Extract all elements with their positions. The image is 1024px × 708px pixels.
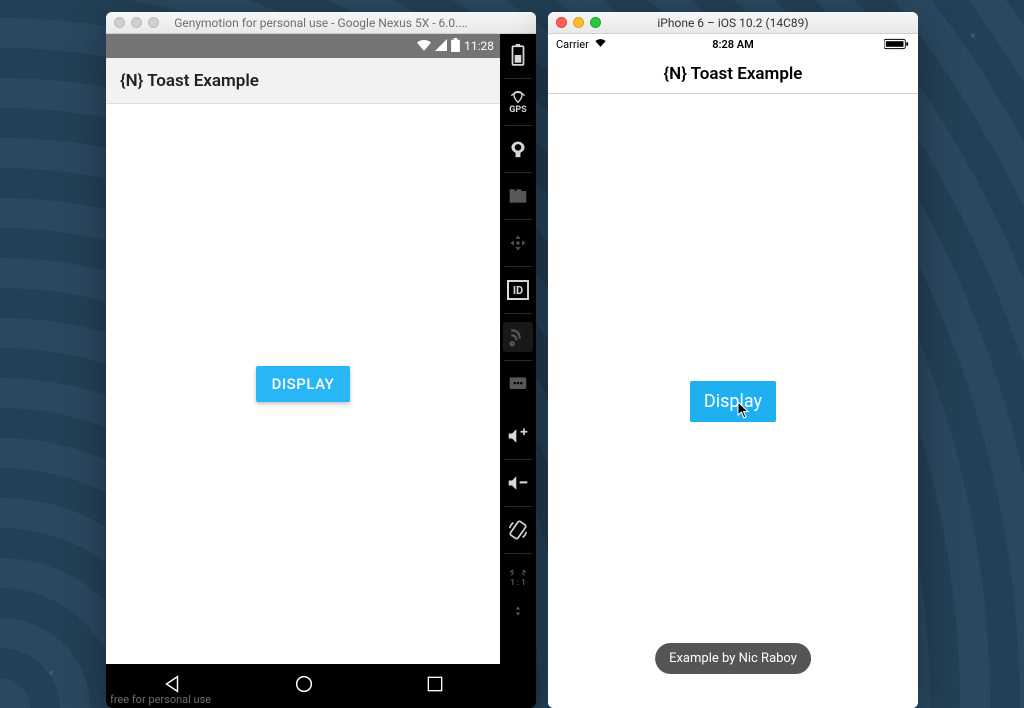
identifier-tool-icon[interactable]: ID bbox=[503, 275, 533, 305]
ios-content: Display Example by Nic Raboy bbox=[548, 94, 918, 708]
genymotion-toolbar: GPS ID bbox=[500, 34, 536, 708]
battery-icon bbox=[451, 38, 460, 55]
dpad-tool-icon[interactable] bbox=[503, 228, 533, 258]
zoom-dot[interactable] bbox=[148, 17, 159, 28]
genymotion-window-title: Genymotion for personal use - Google Nex… bbox=[106, 16, 536, 30]
android-status-bar: 11:28 bbox=[106, 34, 500, 58]
sms-tool-icon[interactable] bbox=[503, 369, 533, 399]
ios-titlebar[interactable]: iPhone 6 – iOS 10.2 (14C89) bbox=[548, 12, 918, 34]
app-title: {N} Toast Example bbox=[120, 71, 259, 91]
camera-tool-icon[interactable] bbox=[503, 134, 533, 164]
expand-tool-icon[interactable] bbox=[503, 596, 533, 626]
display-button[interactable]: Display bbox=[690, 381, 776, 422]
wifi-icon bbox=[417, 39, 431, 54]
watermark-text: free for personal use bbox=[110, 693, 211, 706]
rotate-tool-icon[interactable] bbox=[503, 515, 533, 545]
network-tool-icon[interactable] bbox=[503, 322, 533, 352]
recent-apps-button[interactable] bbox=[425, 674, 445, 698]
capture-tool-icon[interactable] bbox=[503, 181, 533, 211]
genymotion-window: Genymotion for personal use - Google Nex… bbox=[106, 12, 536, 708]
gps-tool-icon[interactable]: GPS bbox=[503, 87, 533, 117]
close-dot[interactable] bbox=[556, 17, 567, 28]
status-time: 8:28 AM bbox=[548, 38, 918, 51]
cell-signal-icon bbox=[435, 39, 447, 54]
ios-nav-bar: {N} Toast Example bbox=[548, 54, 918, 94]
toast-message: Example by Nic Raboy bbox=[655, 643, 811, 674]
ios-screen: Carrier 8:28 AM {N} Toast Example Displa… bbox=[548, 34, 918, 708]
zoom-dot[interactable] bbox=[590, 17, 601, 28]
android-app-bar: {N} Toast Example bbox=[106, 58, 500, 104]
minimize-dot[interactable] bbox=[573, 17, 584, 28]
android-nav-bar: free for personal use bbox=[106, 664, 500, 708]
status-time: 11:28 bbox=[464, 39, 494, 53]
genymotion-titlebar[interactable]: Genymotion for personal use - Google Nex… bbox=[106, 12, 536, 34]
volume-up-icon[interactable] bbox=[503, 421, 533, 451]
ios-status-bar: Carrier 8:28 AM bbox=[548, 34, 918, 54]
scale-tool-icon[interactable]: 1 : 1 bbox=[503, 562, 533, 592]
app-title: {N} Toast Example bbox=[664, 64, 803, 84]
battery-tool-icon[interactable] bbox=[503, 40, 533, 70]
ios-window-title: iPhone 6 – iOS 10.2 (14C89) bbox=[548, 16, 918, 30]
window-controls bbox=[556, 17, 601, 28]
volume-down-icon[interactable] bbox=[503, 468, 533, 498]
close-dot[interactable] bbox=[114, 17, 125, 28]
home-button[interactable] bbox=[293, 673, 315, 699]
android-screen: 11:28 {N} Toast Example DISPLAY free for… bbox=[106, 34, 500, 708]
display-button[interactable]: DISPLAY bbox=[256, 366, 351, 402]
ios-simulator-window: iPhone 6 – iOS 10.2 (14C89) Carrier 8:28… bbox=[548, 12, 918, 708]
android-content: DISPLAY bbox=[106, 104, 500, 664]
window-controls bbox=[114, 17, 159, 28]
minimize-dot[interactable] bbox=[131, 17, 142, 28]
